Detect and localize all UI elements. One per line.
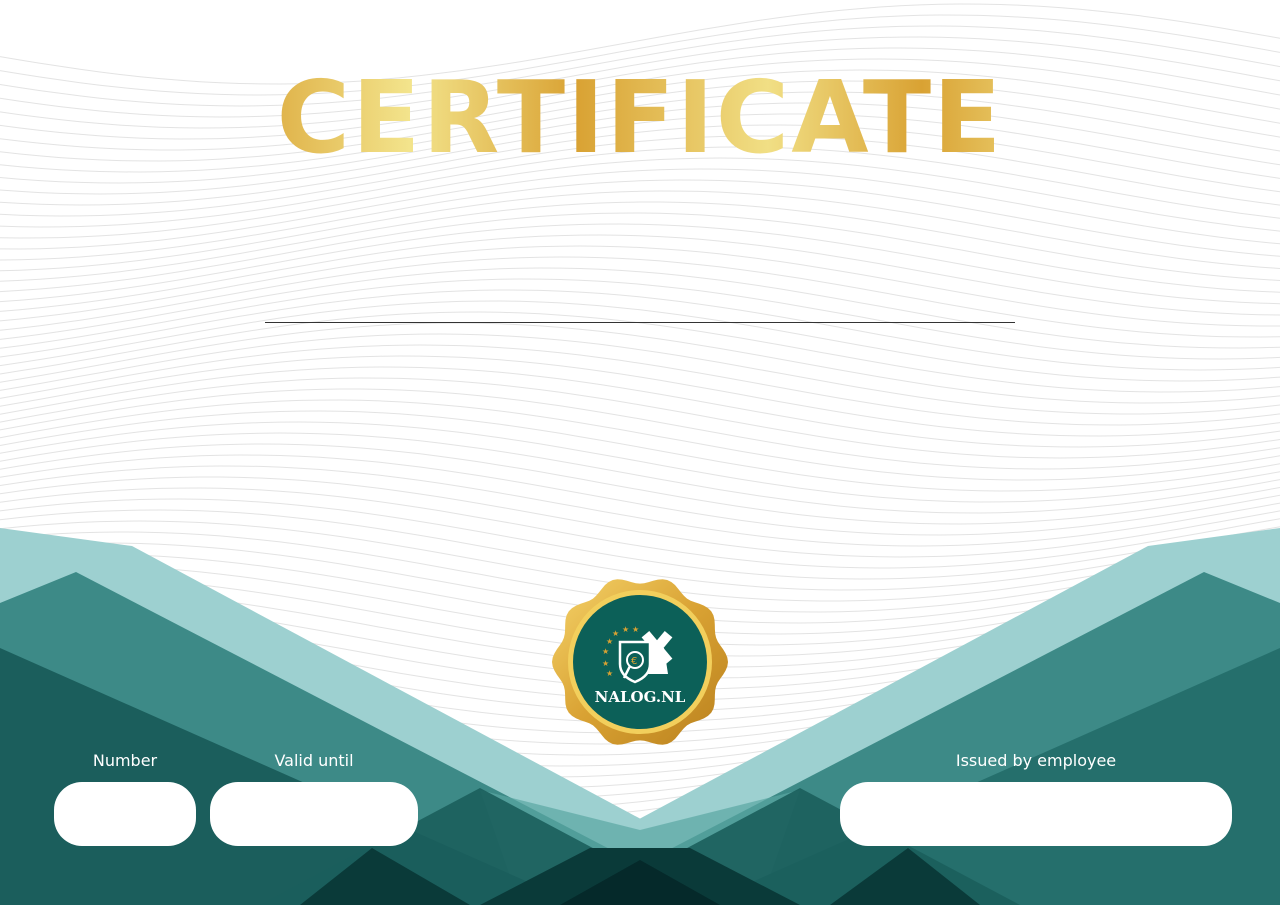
svg-text:★: ★ (606, 669, 613, 678)
wave-line (0, 410, 1280, 492)
recipient-name-line (265, 322, 1015, 323)
svg-text:★: ★ (612, 629, 619, 638)
wave-line (0, 212, 1280, 293)
svg-text:★: ★ (602, 647, 609, 656)
svg-text:★: ★ (632, 625, 639, 634)
wave-line (0, 388, 1280, 470)
svg-text:★: ★ (622, 625, 629, 634)
issued-by-label: Issued by employee (955, 751, 1117, 770)
euro-icon: € (631, 656, 637, 667)
wave-line (0, 278, 1280, 360)
valid-until-label: Valid until (274, 751, 354, 770)
nalog-seal-logo: ★★★★★ ★ ★ € NALOG.NL (552, 579, 728, 745)
certificate-title: CERTIFICATE (0, 58, 1280, 178)
wave-line (0, 355, 1280, 437)
wave-line (0, 289, 1280, 371)
certificate-page: CERTIFICATE ★ ★ ★ ★ ★ ★ ★ € NALOG.NL Number Va… (0, 0, 1280, 905)
seal-brand-text: NALOG.NL (595, 688, 686, 706)
number-field[interactable] (54, 782, 196, 846)
wave-line (0, 432, 1280, 514)
wave-line (0, 366, 1280, 448)
issued-by-field[interactable] (840, 782, 1232, 846)
svg-text:★: ★ (602, 659, 609, 668)
valid-until-field[interactable] (210, 782, 418, 846)
wave-line (0, 487, 1280, 569)
number-label: Number (92, 751, 158, 770)
svg-text:★: ★ (606, 637, 613, 646)
